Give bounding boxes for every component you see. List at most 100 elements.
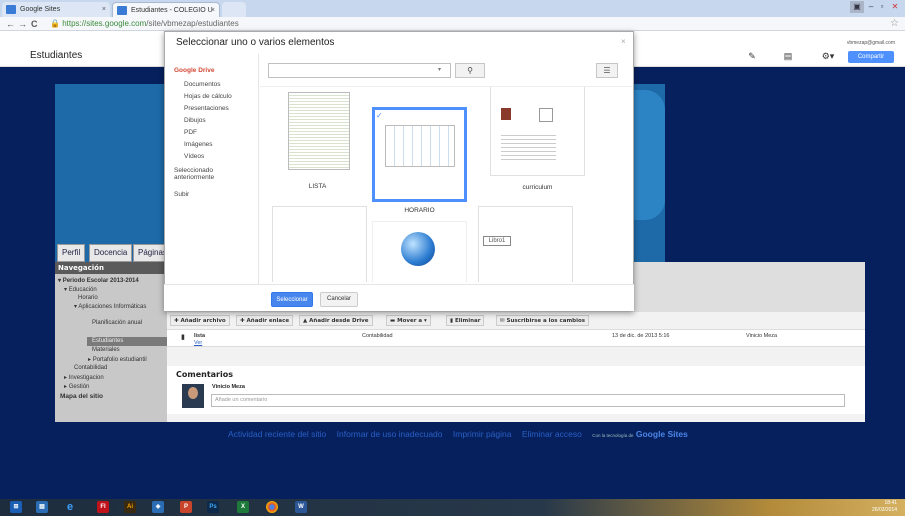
- new-tab-button[interactable]: [222, 2, 246, 17]
- add-file-button[interactable]: ✚ Añadir archivo: [170, 315, 230, 326]
- category-imagenes[interactable]: Imágenes: [184, 141, 213, 148]
- nav-tab-docencia[interactable]: Docencia: [89, 244, 133, 262]
- sidebar-item-materiales[interactable]: Materiales: [92, 347, 120, 353]
- file-date: 13 de dic. de 2013 5:16: [612, 333, 670, 339]
- add-link-button[interactable]: ✚ Añadir enlace: [236, 315, 294, 326]
- close-tab-icon[interactable]: ×: [102, 2, 106, 17]
- footer-link-activity[interactable]: Actividad reciente del sitio: [228, 429, 326, 439]
- delete-button[interactable]: ▮ Eliminar: [446, 315, 485, 326]
- minimize-icon[interactable]: –: [866, 1, 876, 13]
- sidebar-item-gestion[interactable]: ▸ Gestión: [64, 383, 89, 390]
- word-icon[interactable]: W: [295, 501, 307, 513]
- picker-button-bar: [164, 284, 634, 311]
- file-icon: ▮: [181, 334, 185, 341]
- category-documentos[interactable]: Documentos: [184, 81, 221, 88]
- file-tile-libro1[interactable]: Libro1: [478, 206, 573, 282]
- flash-icon[interactable]: Fl: [97, 501, 109, 513]
- avatar: [182, 384, 204, 408]
- category-google-drive[interactable]: Google Drive: [174, 67, 214, 74]
- footer-link-print[interactable]: Imprimir página: [453, 429, 512, 439]
- close-window-icon[interactable]: ✕: [888, 1, 902, 13]
- category-dibujos[interactable]: Dibujos: [184, 117, 206, 124]
- clock-time: 18:41: [884, 500, 898, 506]
- file-grid: LISTA ✓ HORARIO curriculum Libro1: [260, 86, 632, 282]
- dreamweaver-icon[interactable]: ◈: [152, 501, 164, 513]
- internet-explorer-icon[interactable]: e: [64, 501, 76, 513]
- document-thumbnail: [501, 92, 561, 170]
- excel-icon[interactable]: X: [237, 501, 249, 513]
- search-input[interactable]: [268, 63, 451, 78]
- list-view-icon: ☰: [603, 66, 611, 75]
- cancel-button[interactable]: Cancelar: [320, 292, 358, 307]
- reload-icon[interactable]: C: [31, 17, 38, 31]
- footer-link-report[interactable]: Informar de uso inadecuado: [337, 429, 443, 439]
- category-videos[interactable]: Vídeos: [184, 153, 204, 160]
- close-icon[interactable]: ×: [621, 37, 626, 46]
- sidebar-item-mapa[interactable]: Mapa del sitio: [60, 393, 103, 400]
- file-tile-lista[interactable]: LISTA: [270, 87, 365, 190]
- back-icon[interactable]: ←: [6, 17, 15, 31]
- site-page-title: Estudiantes: [30, 50, 83, 61]
- user-email[interactable]: vbmezap@gmail.com: [847, 40, 895, 46]
- google-sites-link[interactable]: Google Sites: [636, 429, 688, 439]
- checkmark-icon: ✓: [376, 111, 383, 120]
- file-tile-globe-image[interactable]: [372, 221, 467, 282]
- picker-title: Seleccionar uno o varios elementos: [176, 37, 335, 48]
- file-tile-blank[interactable]: [272, 206, 367, 282]
- sidebar-item-portafolio[interactable]: ▸ Portafolio estudiantil: [88, 356, 147, 363]
- footer-link-remove-access[interactable]: Eliminar acceso: [522, 429, 582, 439]
- chevron-down-icon[interactable]: ▾: [438, 64, 441, 77]
- google-sites-icon: [6, 5, 16, 14]
- comment-input[interactable]: Añade un comentario: [211, 394, 845, 407]
- powerpoint-icon[interactable]: P: [180, 501, 192, 513]
- category-subir[interactable]: Subir: [174, 191, 189, 198]
- tab-label: Google Sites: [20, 6, 61, 13]
- sidebar-item-planificacion[interactable]: Planificación anual: [92, 320, 142, 326]
- view-toggle-button[interactable]: ☰: [596, 63, 618, 78]
- sidebar-item-aplicaciones[interactable]: ▾ Aplicaciones Informáticas: [74, 304, 154, 311]
- sidebar-item-contabilidad[interactable]: Contabilidad: [74, 365, 107, 371]
- windows-start-icon[interactable]: ⊞: [10, 501, 22, 513]
- forward-icon[interactable]: →: [18, 17, 27, 31]
- file-tile-curriculum[interactable]: curriculum: [490, 87, 585, 191]
- sidebar-item-periodo[interactable]: ▾ Periodo Escolar 2013-2014: [58, 277, 139, 284]
- select-button[interactable]: Seleccionar: [271, 292, 313, 307]
- clock-date: 26/03/2014: [872, 507, 898, 513]
- maximize-icon[interactable]: ▫: [877, 1, 887, 13]
- file-tile-horario[interactable]: ✓ HORARIO: [372, 107, 467, 214]
- sidebar-item-estudiantes[interactable]: Estudiantes: [92, 338, 123, 344]
- category-hojas-calculo[interactable]: Hojas de cálculo: [184, 93, 232, 100]
- move-to-button[interactable]: ▬ Mover a ▾: [386, 315, 431, 326]
- category-pdf[interactable]: PDF: [184, 129, 197, 136]
- bookmark-star-icon[interactable]: ☆: [890, 17, 899, 31]
- search-icon: ⚲: [467, 66, 473, 75]
- file-name[interactable]: lista: [194, 333, 205, 339]
- table-thumbnail: [385, 125, 455, 167]
- browser-tab-google-sites[interactable]: Google Sites ×: [2, 2, 110, 17]
- sidebar-item-investigacion[interactable]: ▸ Investigacion: [64, 374, 104, 381]
- category-seleccionado[interactable]: Seleccionado anteriormente: [174, 167, 244, 181]
- chrome-icon[interactable]: [266, 501, 278, 513]
- new-page-icon[interactable]: ▤: [778, 50, 798, 62]
- search-button[interactable]: ⚲: [455, 63, 485, 78]
- settings-gear-icon[interactable]: ⚙▾: [814, 50, 842, 62]
- subscribe-button[interactable]: ✉ Suscribirse a los cambios: [496, 315, 590, 326]
- url-field[interactable]: 🔒 https://sites.google.com/site/vbmezap/…: [50, 18, 239, 30]
- sidebar-item-educacion[interactable]: ▾ Educación: [64, 286, 97, 293]
- browser-tab-estudiantes[interactable]: Estudiantes - COLEGIO U ×: [112, 2, 220, 17]
- file-label: HORARIO: [404, 207, 435, 214]
- file-explorer-icon[interactable]: ▤: [36, 501, 48, 513]
- category-presentaciones[interactable]: Presentaciones: [184, 105, 229, 112]
- close-tab-icon[interactable]: ×: [211, 3, 215, 17]
- address-bar: ← → C 🔒 https://sites.google.com/site/vb…: [0, 17, 905, 31]
- nav-tab-perfil[interactable]: Perfil: [57, 244, 86, 262]
- illustrator-icon[interactable]: Ai: [124, 501, 136, 513]
- photoshop-icon[interactable]: Ps: [207, 501, 219, 513]
- file-owner: Vinicio Meza: [746, 333, 778, 339]
- share-button[interactable]: Compartir: [848, 51, 894, 63]
- view-link[interactable]: Ver: [194, 340, 202, 346]
- add-from-drive-button[interactable]: ▲ Añadir desde Drive: [299, 315, 373, 326]
- user-icon[interactable]: ▣: [850, 1, 864, 13]
- edit-pencil-icon[interactable]: ✎: [742, 50, 762, 62]
- sidebar-item-horario[interactable]: Horario: [78, 295, 98, 301]
